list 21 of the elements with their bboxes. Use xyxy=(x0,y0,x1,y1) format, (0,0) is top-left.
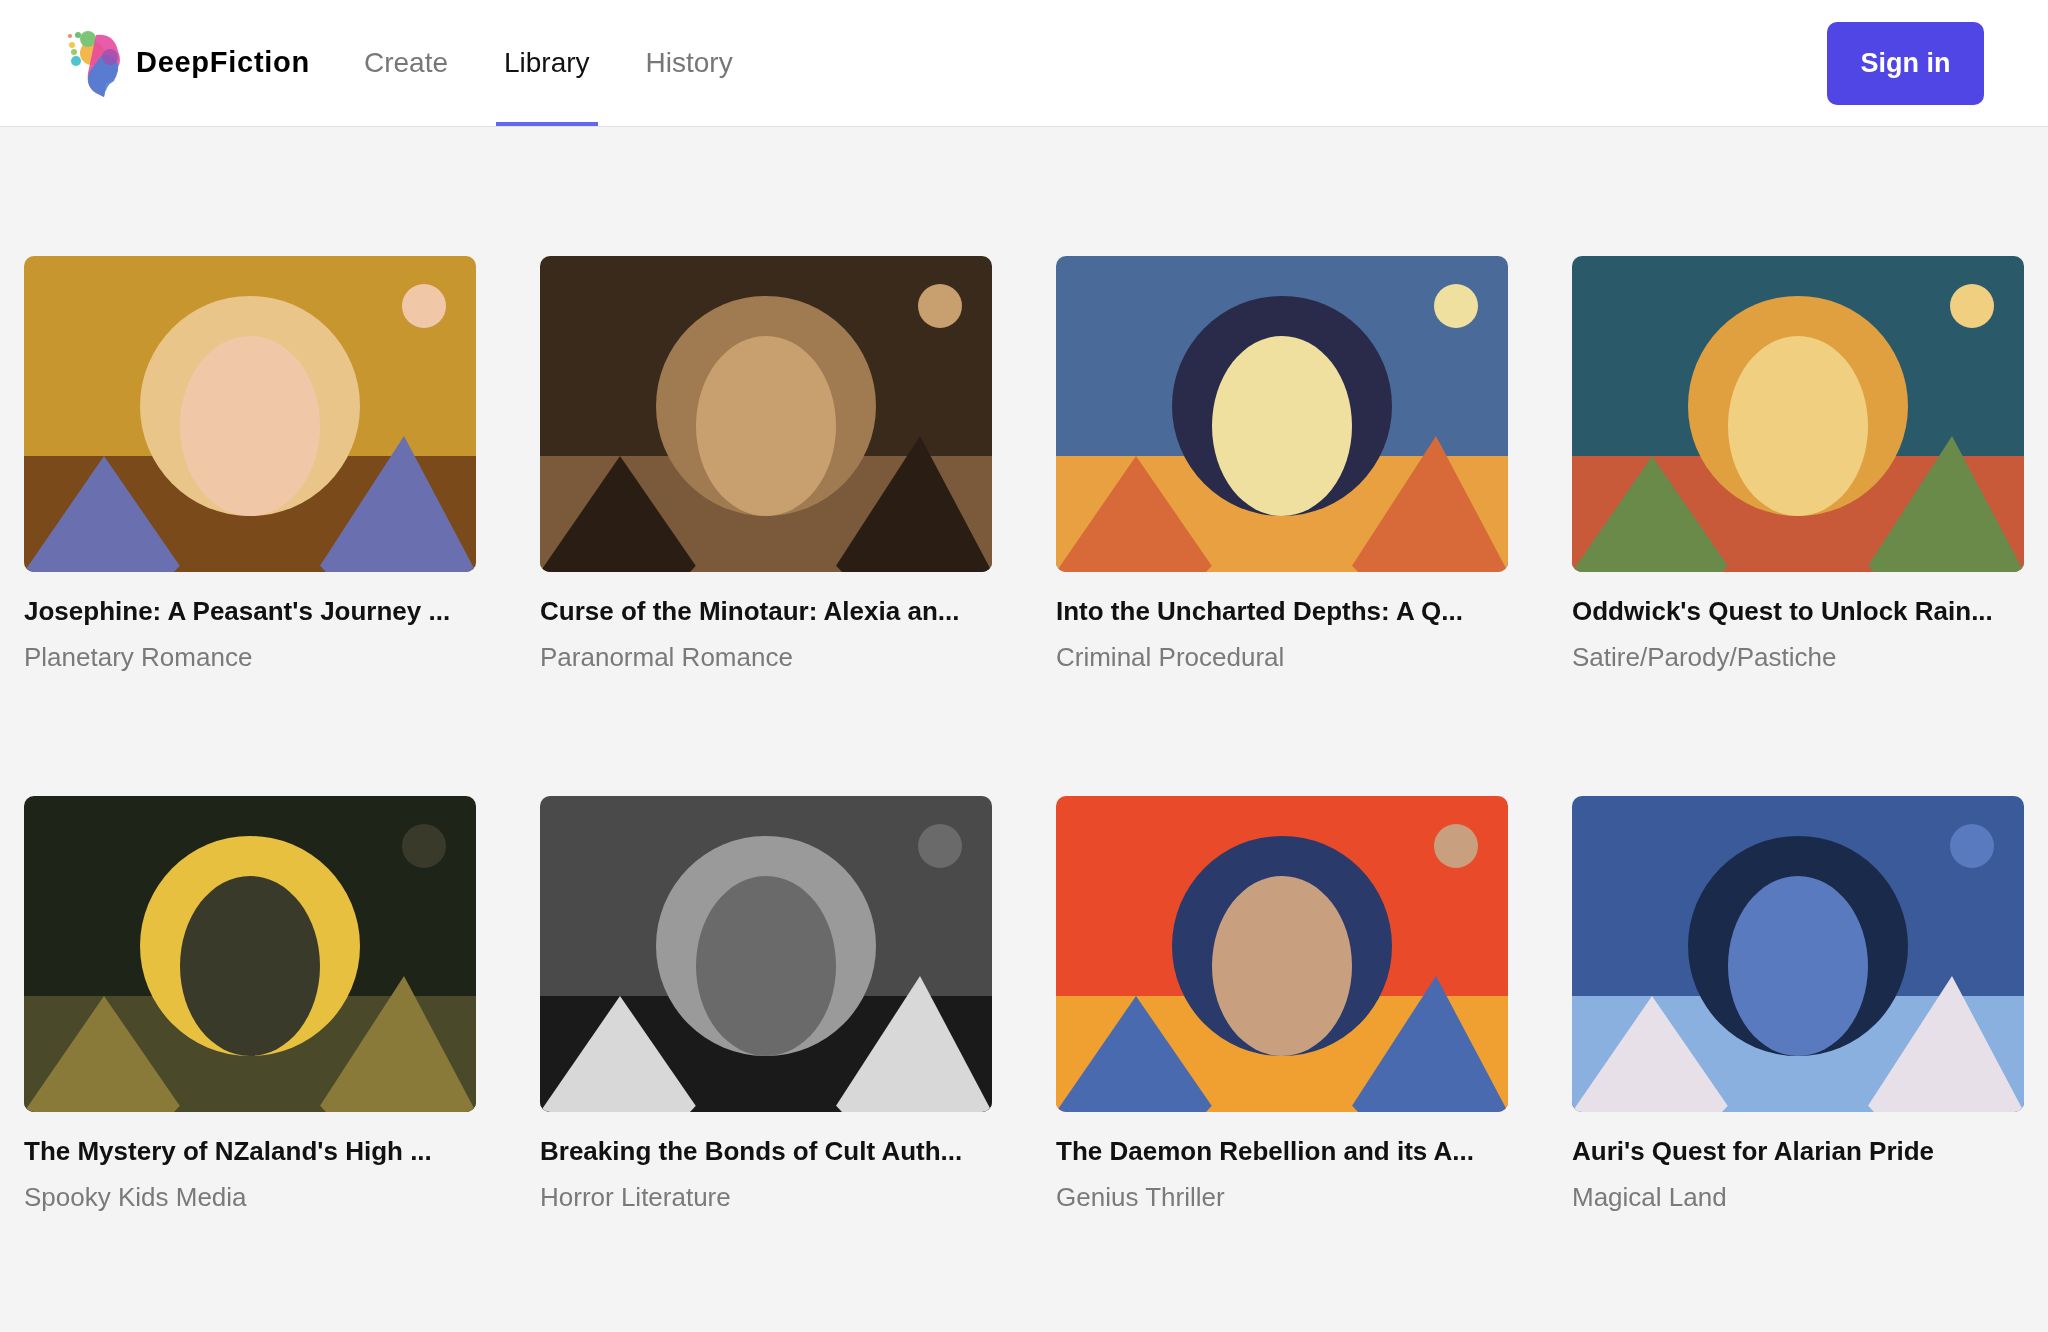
story-genre: Horror Literature xyxy=(540,1181,732,1214)
story-title[interactable]: Oddwick's Quest to Unlock Rain... xyxy=(1572,594,2024,628)
nav-tab[interactable]: Library xyxy=(496,0,598,126)
story-title[interactable]: Josephine: A Peasant's Journey ... xyxy=(24,594,476,628)
story-genre: Planetary Romance xyxy=(24,641,254,674)
story-title[interactable]: Into the Uncharted Depths: A Q... xyxy=(1056,594,1508,628)
story-genre: Genius Thriller xyxy=(1056,1181,1226,1214)
nav-tab[interactable]: Create xyxy=(355,0,456,126)
story-title[interactable]: Auri's Quest for Alarian Pride xyxy=(1572,1134,2024,1168)
story-genre: Paranormal Romance xyxy=(540,641,794,674)
story-title[interactable]: The Mystery of NZaland's High ... xyxy=(24,1134,476,1168)
story-genre: Magical Land xyxy=(1572,1181,1728,1214)
brand-name: DeepFiction xyxy=(136,45,310,81)
story-title[interactable]: Breaking the Bonds of Cult Auth... xyxy=(540,1134,992,1168)
story-genre: Criminal Procedural xyxy=(1056,641,1286,674)
sign-in-button[interactable]: Sign in xyxy=(1827,21,1984,105)
nav-tab[interactable]: History xyxy=(637,0,741,126)
story-title[interactable]: Curse of the Minotaur: Alexia an... xyxy=(540,594,992,628)
story-genre: Satire/Parody/Pastiche xyxy=(1572,641,1838,674)
story-title[interactable]: The Daemon Rebellion and its A... xyxy=(1056,1134,1508,1168)
story-genre: Spooky Kids Media xyxy=(24,1181,248,1214)
